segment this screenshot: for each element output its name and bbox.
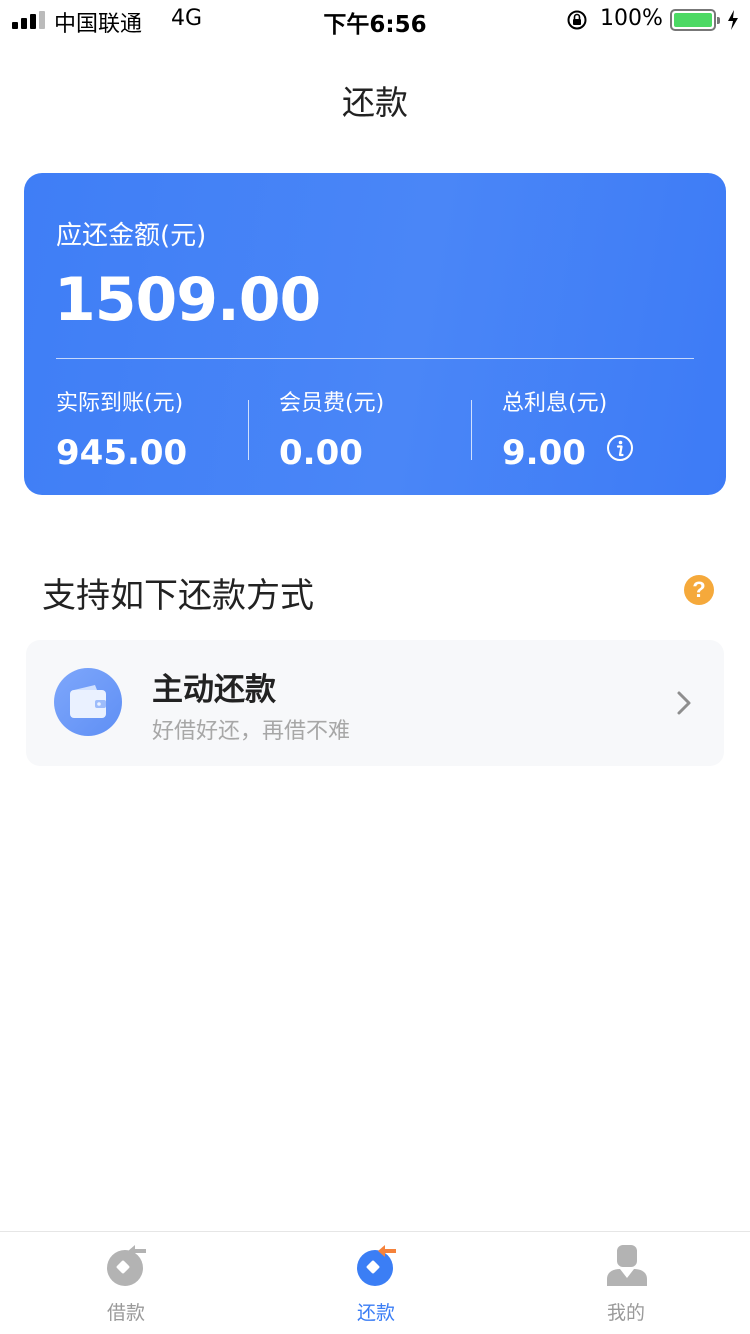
membership-fee-value: 0.00 [279,433,363,473]
total-interest-row: 9.00 [502,433,634,473]
repayment-methods-title: 支持如下还款方式 [42,576,314,616]
active-repayment-option[interactable]: 主动还款 好借好还，再借不难 [26,640,724,766]
total-interest-block: 总利息(元) 9.00 [502,385,634,473]
status-bar: 中国联通 4G 下午6:56 100% [0,0,750,40]
tab-label: 还款 [356,1302,395,1324]
received-amount-value: 945.00 [56,433,188,473]
repay-icon [357,1245,396,1286]
amount-due-value: 1509.00 [54,265,321,335]
received-amount-block: 实际到账(元) 945.00 [56,385,187,473]
battery-icon [670,9,720,31]
card-divider [56,358,694,359]
wallet-icon [54,668,122,736]
tab-bar: 借款 还款 我的 [0,1231,750,1334]
charging-bolt-icon [728,10,738,30]
amount-due-label: 应还金额(元) [56,221,207,251]
page-title: 还款 [342,83,408,122]
chevron-right-icon [677,691,691,715]
tab-repay[interactable]: 还款 [301,1232,451,1334]
membership-fee-label: 会员费(元) [279,391,385,416]
info-icon[interactable] [606,434,634,462]
tab-label: 借款 [106,1302,145,1324]
membership-fee-block: 会员费(元) 0.00 [279,385,384,473]
tab-profile[interactable]: 我的 [551,1232,701,1334]
profile-icon [607,1245,647,1286]
column-divider [248,400,249,460]
received-amount-label: 实际到账(元) [56,391,184,416]
method-title: 主动还款 [152,672,276,708]
total-interest-value: 9.00 [502,433,586,473]
tab-borrow[interactable]: 借款 [51,1232,201,1334]
method-subtitle: 好借好还，再借不难 [152,719,351,744]
tab-label: 我的 [606,1302,645,1324]
repayment-summary-card: 应还金额(元) 1509.00 实际到账(元) 945.00 会员费(元) 0.… [24,173,726,495]
help-icon[interactable]: ? [684,575,714,605]
borrow-icon [107,1245,146,1286]
column-divider [471,400,472,460]
orientation-lock-icon [567,10,587,30]
battery-percentage: 100% [600,6,663,31]
total-interest-label: 总利息(元) [502,391,608,416]
